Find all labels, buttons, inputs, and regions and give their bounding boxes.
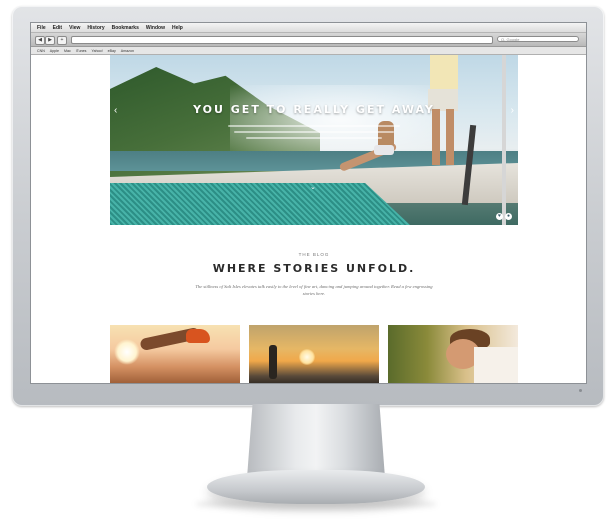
- address-bar[interactable]: [71, 36, 493, 44]
- menu-help[interactable]: Help: [172, 25, 183, 31]
- bookmark-item[interactable]: eBay: [108, 49, 116, 53]
- bookmark-item[interactable]: Apple: [50, 49, 59, 53]
- menu-edit[interactable]: Edit: [53, 25, 62, 31]
- add-bookmark-button[interactable]: +: [57, 36, 67, 45]
- menu-file[interactable]: File: [37, 25, 46, 31]
- hero-text-line: [246, 137, 382, 139]
- heart-icon[interactable]: ♥: [496, 213, 503, 220]
- monitor-stand-neck: [247, 404, 385, 478]
- menu-history[interactable]: History: [87, 25, 104, 31]
- back-button[interactable]: ◀: [35, 36, 45, 45]
- menu-bookmarks[interactable]: Bookmarks: [112, 25, 139, 31]
- hero-text-line: [228, 125, 400, 127]
- blog-thumbnail-sunset[interactable]: [249, 325, 379, 383]
- hero-banner: YOU GET TO REALLY GET AWAY ‹ › ⌄ ♥ ●: [110, 55, 518, 225]
- hero-title: YOU GET TO REALLY GET AWAY: [193, 103, 435, 116]
- bookmark-item[interactable]: CNN: [37, 49, 45, 53]
- chevron-right-icon[interactable]: ›: [511, 105, 514, 116]
- forward-button[interactable]: ▶: [45, 36, 55, 45]
- menu-window[interactable]: Window: [146, 25, 165, 31]
- hero-text-line: [234, 131, 394, 133]
- woman-sitting: [328, 115, 418, 195]
- menu-view[interactable]: View: [69, 25, 80, 31]
- bookmark-item[interactable]: Yahoo!: [91, 49, 102, 53]
- share-icon[interactable]: ●: [505, 213, 512, 220]
- bookmark-item[interactable]: iTunes: [76, 49, 87, 53]
- browser-toolbar: ◀ ▶ + Q- Google: [31, 33, 586, 47]
- blog-title: WHERE STORIES UNFOLD.: [212, 262, 416, 275]
- search-field[interactable]: Q- Google: [497, 36, 579, 42]
- bookmarks-bar: CNN Apple Mac iTunes Yahoo! eBay Amazon: [31, 47, 586, 55]
- screen: File Edit View History Bookmarks Window …: [30, 22, 587, 384]
- mast: [502, 55, 506, 225]
- section-eyebrow: THE BLOG: [298, 252, 330, 257]
- blog-thumbnail-couple[interactable]: [388, 325, 518, 383]
- bookmark-item[interactable]: Amazon: [121, 49, 134, 53]
- monitor-stand-base: [207, 470, 425, 504]
- menu-bar: File Edit View History Bookmarks Window …: [31, 23, 586, 33]
- chevron-left-icon[interactable]: ‹: [114, 105, 117, 116]
- bookmark-item[interactable]: Mac: [64, 49, 71, 53]
- blog-thumbnail-runner[interactable]: [110, 325, 240, 383]
- hero-corner-icons: ♥ ●: [496, 213, 512, 220]
- blog-description: The stillness of Salt Isles elevates tal…: [195, 284, 433, 296]
- chevron-down-icon[interactable]: ⌄: [310, 183, 316, 191]
- power-light: [579, 389, 582, 392]
